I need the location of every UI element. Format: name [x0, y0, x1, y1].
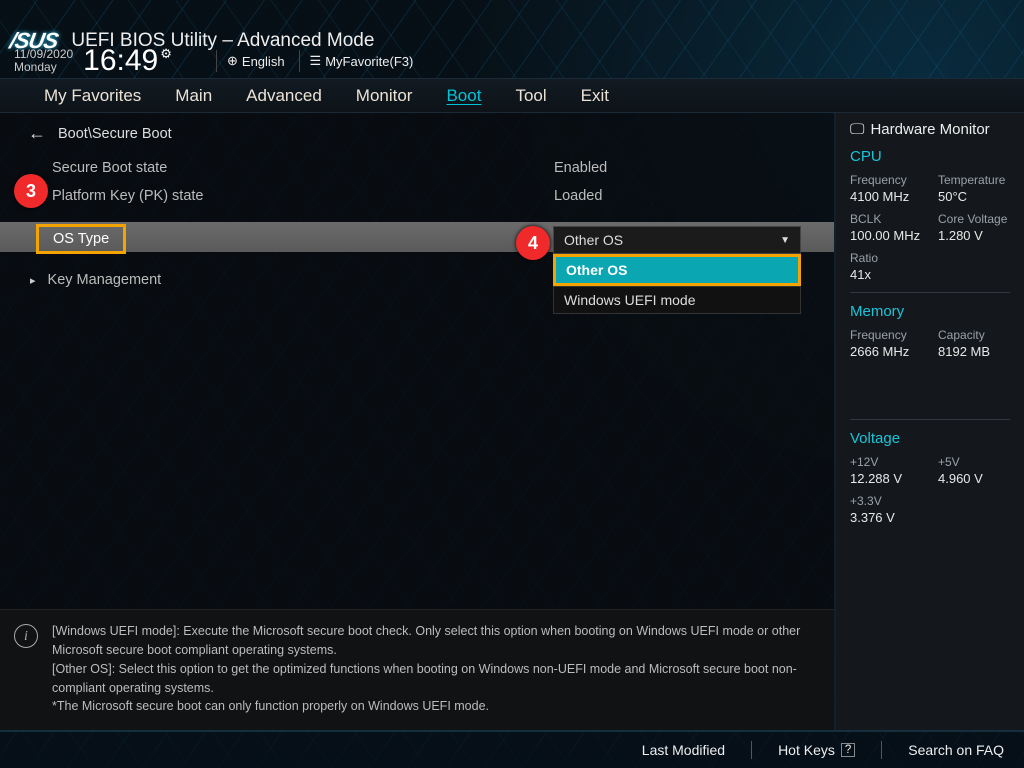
section-voltage: Voltage	[850, 430, 1010, 447]
help-line-1: [Windows UEFI mode]: Execute the Microso…	[52, 622, 818, 660]
divider	[216, 50, 217, 72]
day: Monday	[14, 61, 73, 74]
tab-main[interactable]: Main	[175, 86, 212, 106]
bottom-bar: Last Modified Hot Keys ? Search on FAQ	[0, 730, 1024, 768]
star-icon: ☰	[310, 53, 322, 69]
row-pk-state: Platform Key (PK) state Loaded	[0, 182, 834, 210]
main-panel: ← Boot\Secure Boot Secure Boot state Ena…	[0, 113, 836, 730]
dropdown-selected[interactable]: Other OS ▼	[553, 226, 801, 254]
settings-list: Secure Boot state Enabled Platform Key (…	[0, 154, 834, 609]
info-icon: i	[14, 624, 38, 648]
row-secure-boot-state: Secure Boot state Enabled	[0, 154, 834, 182]
monitor-icon: 🖵	[850, 121, 864, 138]
back-arrow-icon[interactable]: ←	[28, 123, 46, 144]
hardware-monitor-panel: 🖵 Hardware Monitor CPU Frequency4100 MHz…	[836, 113, 1024, 730]
gear-icon[interactable]: ⚙	[160, 46, 172, 62]
help-line-3: *The Microsoft secure boot can only func…	[52, 697, 818, 716]
last-modified-button[interactable]: Last Modified	[642, 742, 725, 758]
tab-exit[interactable]: Exit	[581, 86, 609, 106]
dropdown-option-other-os[interactable]: Other OS	[556, 257, 798, 283]
tab-tool[interactable]: Tool	[515, 86, 546, 106]
hotkeys-button[interactable]: Hot Keys ?	[778, 742, 855, 758]
highlight-os-type-label: OS Type	[36, 224, 126, 254]
date-block: 11/09/2020 Monday	[14, 48, 73, 74]
breadcrumb-text: Boot\Secure Boot	[58, 126, 172, 142]
hw-title: 🖵 Hardware Monitor	[850, 121, 1010, 138]
time-display[interactable]: 16:49⚙	[83, 44, 172, 78]
callout-4: 4	[516, 226, 550, 260]
section-memory: Memory	[850, 303, 1010, 320]
os-type-dropdown[interactable]: Other OS ▼ Other OS Windows UEFI mode	[553, 226, 801, 314]
tab-advanced[interactable]: Advanced	[246, 86, 322, 106]
language-selector[interactable]: ⊕English	[227, 53, 285, 69]
tab-monitor[interactable]: Monitor	[356, 86, 413, 106]
myfavorite-button[interactable]: ☰MyFavorite(F3)	[310, 53, 414, 69]
highlight-dropdown-option: Other OS	[553, 254, 801, 286]
breadcrumb: ← Boot\Secure Boot	[0, 113, 834, 154]
help-line-2: [Other OS]: Select this option to get th…	[52, 660, 818, 698]
tab-myfavorites[interactable]: My Favorites	[44, 86, 141, 106]
help-panel: i [Windows UEFI mode]: Execute the Micro…	[0, 609, 834, 730]
header: /SUS UEFI BIOS Utility – Advanced Mode 1…	[0, 0, 1024, 78]
section-cpu: CPU	[850, 148, 1010, 165]
callout-3: 3	[14, 174, 48, 208]
search-faq-button[interactable]: Search on FAQ	[908, 742, 1004, 758]
divider	[299, 50, 300, 72]
chevron-down-icon: ▼	[780, 235, 790, 246]
menu-bar: My Favorites Main Advanced Monitor Boot …	[0, 78, 1024, 113]
keycap-icon: ?	[841, 743, 855, 757]
globe-icon: ⊕	[227, 53, 238, 69]
tab-boot[interactable]: Boot	[446, 86, 481, 106]
dropdown-option-windows-uefi[interactable]: Windows UEFI mode	[554, 287, 800, 313]
